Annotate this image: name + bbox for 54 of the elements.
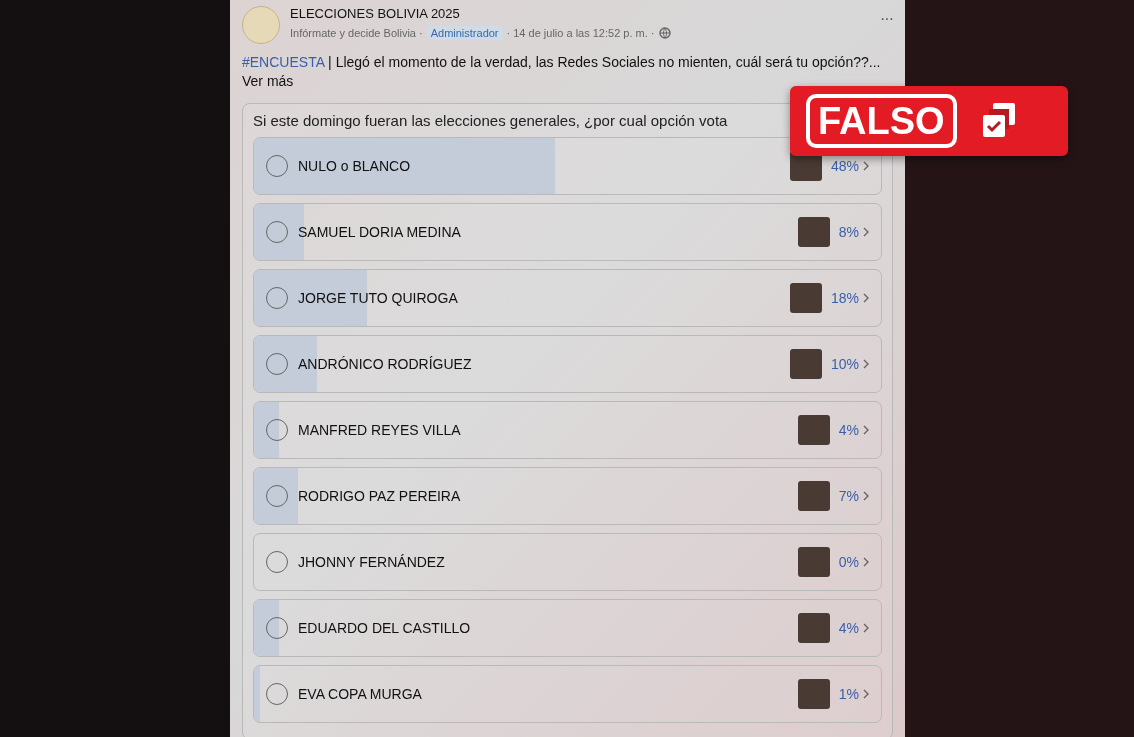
poll-option[interactable]: SAMUEL DORIA MEDINA 8% (253, 203, 882, 261)
poll-option[interactable]: MANFRED REYES VILLA 4% (253, 401, 882, 459)
vote-percent: 10% (830, 356, 859, 372)
poll-option[interactable]: EVA COPA MURGA 1% (253, 665, 882, 723)
chevron-icon (863, 425, 869, 435)
poll-option[interactable]: EDUARDO DEL CASTILLO 4% (253, 599, 882, 657)
verdict-label: FALSO (806, 94, 957, 148)
more-menu[interactable]: ··· (880, 10, 893, 28)
option-label: JORGE TUTO QUIROGA (298, 290, 459, 306)
option-label: EDUARDO DEL CASTILLO (298, 620, 472, 636)
photo-placeholder (789, 283, 822, 313)
vote-percent: 18% (830, 290, 859, 306)
vote-percent: 4% (838, 620, 859, 636)
photo-placeholder (789, 349, 822, 379)
chevron-icon (863, 293, 869, 303)
vote-percent: 8% (838, 224, 859, 240)
vote-percent: 1% (838, 686, 859, 702)
vote-percent: 4% (838, 422, 859, 438)
photo-placeholder (797, 217, 830, 247)
chevron-icon (863, 623, 869, 633)
group-name[interactable]: Infórmate y decide Bolivia · (290, 27, 423, 39)
option-label: MANFRED REYES VILLA (298, 422, 462, 438)
option-label: RODRIGO PAZ PEREIRA (298, 488, 462, 504)
chevron-icon (863, 359, 869, 369)
photo-placeholder (797, 613, 830, 643)
poll-option[interactable]: JHONNY FERNÁNDEZ 0% (253, 533, 882, 591)
option-label: SAMUEL DORIA MEDINA (298, 224, 462, 240)
photo-placeholder (797, 415, 830, 445)
chevron-icon (863, 161, 869, 171)
option-label: NULO o BLANCO (298, 158, 412, 174)
globe-icon (658, 27, 671, 39)
photo-placeholder (797, 547, 830, 577)
vote-percent: 48% (830, 158, 859, 174)
vote-percent: 7% (838, 488, 859, 504)
option-label: JHONNY FERNÁNDEZ (298, 554, 446, 570)
photo-placeholder (797, 481, 830, 511)
poll-option[interactable]: NULO o BLANCO 48% (253, 137, 882, 195)
option-label: EVA COPA MURGA (298, 686, 423, 702)
photo-placeholder (797, 679, 830, 709)
chevron-icon (863, 689, 869, 699)
poll-option[interactable]: ANDRÓNICO RODRÍGUEZ 10% (253, 335, 882, 393)
vote-percent: 0% (838, 554, 859, 570)
option-label: ANDRÓNICO RODRÍGUEZ (298, 356, 473, 372)
see-more-link[interactable]: Ver más (242, 73, 893, 89)
poll-option[interactable]: JORGE TUTO QUIROGA 18% (253, 269, 882, 327)
post-date[interactable]: · 14 de julio a las 12:52 p. m. · (506, 27, 655, 39)
role-badge: Administrador (426, 26, 503, 40)
hashtag-link[interactable]: #ENCUESTA (242, 54, 325, 70)
page-name[interactable]: ELECCIONES BOLIVIA 2025 (290, 6, 870, 21)
post-text: #ENCUESTA | Llegó el momento de la verdad, las Redes Sociales no mienten, cuál será tu opción??... (242, 54, 882, 70)
poll-option[interactable]: RODRIGO PAZ PEREIRA 7% (253, 467, 882, 525)
chevron-icon (863, 227, 869, 237)
chevron-icon (863, 557, 869, 567)
chevron-icon (863, 491, 869, 501)
